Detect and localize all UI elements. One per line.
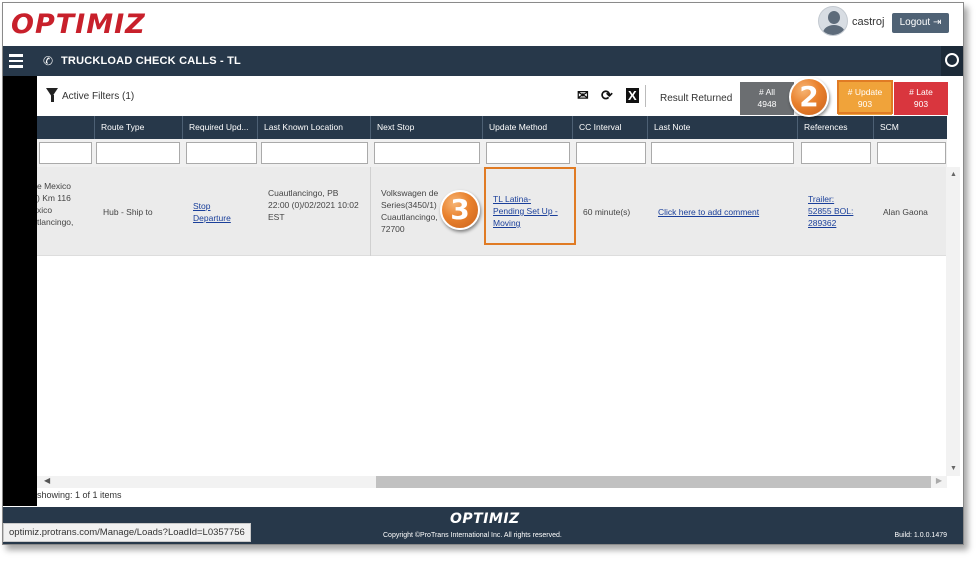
logout-icon: ⇥	[932, 17, 942, 28]
column-header-route-type[interactable]: Route Type	[94, 116, 182, 139]
excel-export-icon[interactable]: X	[626, 88, 639, 103]
horizontal-scroll-thumb[interactable]	[376, 476, 931, 488]
toolbar-divider	[645, 85, 646, 107]
scroll-right-icon[interactable]: ▶	[936, 476, 942, 485]
column-header-last-note[interactable]: Last Note	[647, 116, 797, 139]
sidebar-strip	[3, 76, 37, 506]
scroll-up-icon[interactable]: ▲	[950, 171, 957, 178]
filter-input-last-note[interactable]	[651, 142, 794, 164]
build-version: Build: 1.0.0.1479	[894, 532, 947, 539]
filter-input-last-known-location[interactable]	[261, 142, 368, 164]
user-avatar[interactable]	[818, 6, 848, 36]
column-header-references[interactable]: References	[797, 116, 873, 139]
row-divider	[370, 167, 371, 256]
count-late-button[interactable]: # Late 903	[894, 82, 948, 115]
vertical-scrollbar[interactable]: ▲ ▼	[946, 167, 960, 476]
filter-input-scm[interactable]	[877, 142, 946, 164]
count-late-label: # Late	[909, 87, 933, 97]
callout-highlight-update	[837, 80, 893, 114]
refresh-icon[interactable]: ⟳	[601, 87, 613, 104]
cell-origin: e Mexico ) Km 116 xico tlancingo,	[37, 181, 74, 227]
filter-input-references[interactable]	[801, 142, 871, 164]
nav-bar: ✆ TRUCKLOAD CHECK CALLS - TL	[3, 46, 963, 76]
cell-scm: Alan Gaona	[883, 207, 928, 217]
top-bar: OPTIMIZ castroj Logout ⇥	[3, 3, 963, 46]
footer-logo: OPTIMIZ	[450, 511, 520, 527]
page-title: TRUCKLOAD CHECK CALLS - TL	[61, 55, 241, 67]
cell-next-stop: Volkswagen de Series(3450/1) Cuautlancin…	[381, 188, 439, 234]
pager-info: showing: 1 of 1 items	[37, 490, 122, 500]
status-bar-url: optimiz.protrans.com/Manage/Loads?LoadId…	[3, 523, 251, 542]
cell-route-type: Hub - Ship to	[103, 207, 153, 217]
column-header-update-method[interactable]: Update Method	[482, 116, 572, 139]
filter-icon-stem	[51, 95, 54, 102]
column-header-cc-interval[interactable]: CC Interval	[572, 116, 647, 139]
copyright-text: Copyright ©ProTrans International Inc. A…	[383, 532, 562, 539]
count-late-value: 903	[913, 99, 929, 109]
cell-last-known-location: Cuautlancingo, PB 22:00 (0)/02/2021 10:0…	[268, 188, 359, 222]
column-header-origin[interactable]	[37, 116, 94, 139]
settings-icon[interactable]	[941, 46, 963, 76]
logout-label: Logout	[899, 17, 931, 28]
app-window: OPTIMIZ castroj Logout ⇥ ✆ TRUCKLOAD CHE…	[2, 2, 964, 545]
email-icon[interactable]: ✉	[577, 87, 589, 104]
filter-input-origin[interactable]	[39, 142, 92, 164]
cell-cc-interval: 60 minute(s)	[583, 207, 631, 217]
callout-badge-2: 2	[789, 77, 829, 117]
filter-row	[37, 139, 947, 167]
cell-references-link[interactable]: Trailer: 52855 BOL: 289362	[808, 193, 853, 229]
count-all-label: # All	[758, 87, 776, 97]
column-header-scm[interactable]: SCM	[873, 116, 947, 139]
horizontal-scrollbar[interactable]: ◀ ▶	[37, 476, 947, 488]
count-all-button[interactable]: # All 4948	[740, 82, 794, 115]
callout-badge-3: 3	[440, 190, 480, 230]
scroll-down-icon[interactable]: ▼	[950, 465, 957, 472]
add-comment-link[interactable]: Click here to add comment	[658, 206, 759, 218]
grid-header: Route Type Required Upd... Last Known Lo…	[37, 116, 947, 139]
count-all-value: 4948	[757, 99, 777, 109]
scroll-left-icon[interactable]: ◀	[44, 476, 50, 485]
filter-input-route-type[interactable]	[96, 142, 180, 164]
menu-icon[interactable]	[9, 54, 23, 68]
app-logo: OPTIMIZ	[11, 9, 146, 40]
filter-input-required-update[interactable]	[186, 142, 257, 164]
filter-input-next-stop[interactable]	[374, 142, 480, 164]
active-filters-label[interactable]: Active Filters (1)	[62, 91, 134, 102]
callout-highlight-update-method	[484, 167, 576, 245]
result-returned-label: Result Returned	[660, 93, 733, 104]
filter-input-update-method[interactable]	[486, 142, 570, 164]
filter-input-cc-interval[interactable]	[576, 142, 646, 164]
cell-required-update-link[interactable]: Stop Departure	[193, 200, 231, 224]
logout-button[interactable]: Logout ⇥	[892, 13, 949, 33]
footer: OPTIMIZ Copyright ©ProTrans Internationa…	[3, 507, 963, 544]
column-header-next-stop[interactable]: Next Stop	[370, 116, 482, 139]
column-header-last-known-location[interactable]: Last Known Location	[257, 116, 370, 139]
column-header-required-update[interactable]: Required Upd...	[182, 116, 257, 139]
username: castroj	[852, 16, 885, 28]
phone-icon: ✆	[43, 54, 54, 68]
